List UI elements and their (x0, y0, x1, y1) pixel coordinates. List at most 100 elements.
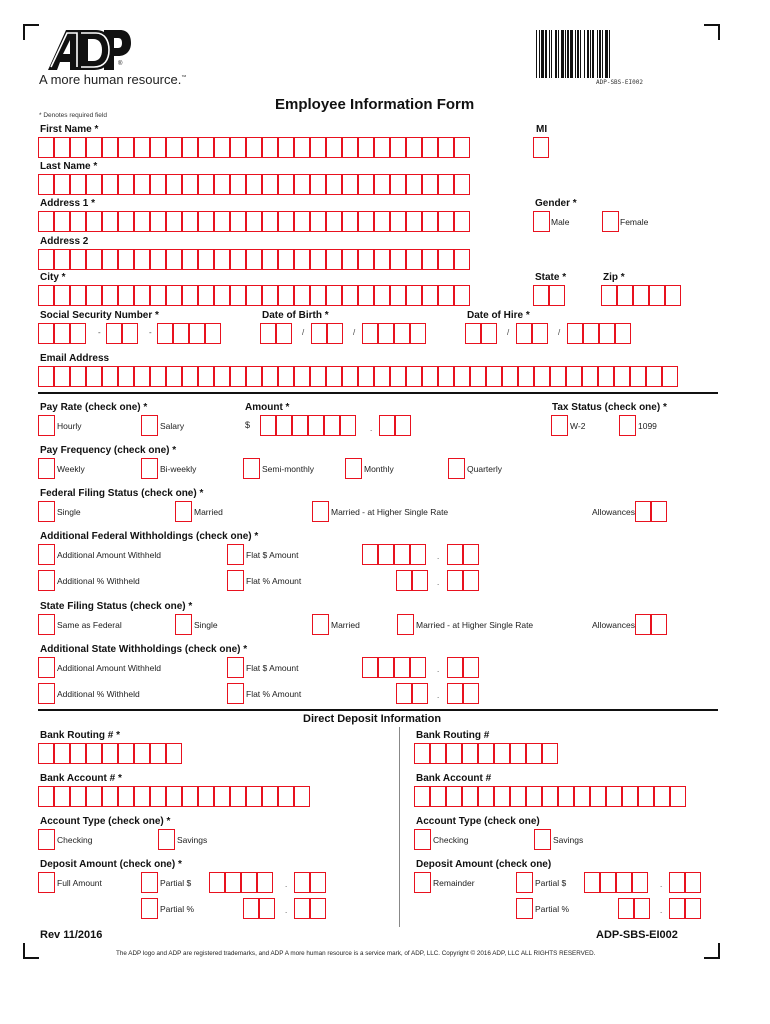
character-cell[interactable] (326, 137, 342, 158)
character-cell[interactable] (310, 211, 326, 232)
character-cell[interactable] (102, 211, 118, 232)
character-cell[interactable] (294, 285, 310, 306)
pay-rate-hourly-checkbox[interactable] (38, 415, 55, 436)
character-cell[interactable] (294, 174, 310, 195)
character-cell[interactable] (54, 211, 70, 232)
character-cell[interactable] (583, 323, 599, 344)
state-field[interactable] (533, 285, 566, 306)
character-cell[interactable] (533, 137, 549, 158)
character-cell[interactable] (182, 174, 198, 195)
character-cell[interactable] (362, 544, 378, 565)
character-cell[interactable] (310, 872, 326, 893)
character-cell[interactable] (598, 366, 614, 387)
character-cell[interactable] (214, 249, 230, 270)
character-cell[interactable] (601, 285, 617, 306)
doh-year-field[interactable] (567, 323, 632, 344)
character-cell[interactable] (412, 683, 428, 704)
fed-additional-percent-checkbox[interactable] (38, 570, 55, 591)
character-cell[interactable] (294, 366, 310, 387)
character-cell[interactable] (438, 249, 454, 270)
character-cell[interactable] (463, 683, 479, 704)
character-cell[interactable] (106, 323, 122, 344)
character-cell[interactable] (310, 366, 326, 387)
city-field[interactable] (38, 285, 471, 306)
character-cell[interactable] (390, 285, 406, 306)
character-cell[interactable] (422, 137, 438, 158)
fed-flat-percent-checkbox[interactable] (227, 570, 244, 591)
character-cell[interactable] (462, 786, 478, 807)
fed-additional-amount-checkbox[interactable] (38, 544, 55, 565)
character-cell[interactable] (414, 743, 430, 764)
character-cell[interactable] (550, 366, 566, 387)
deposit-partial-dollar-field-2[interactable] (584, 872, 649, 893)
character-cell[interactable] (182, 285, 198, 306)
character-cell[interactable] (246, 137, 262, 158)
state-married-higher-checkbox[interactable] (397, 614, 414, 635)
character-cell[interactable] (198, 137, 214, 158)
character-cell[interactable] (150, 786, 166, 807)
character-cell[interactable] (390, 174, 406, 195)
character-cell[interactable] (532, 323, 548, 344)
character-cell[interactable] (454, 174, 470, 195)
character-cell[interactable] (262, 174, 278, 195)
character-cell[interactable] (378, 323, 394, 344)
account-checking-checkbox-1[interactable] (38, 829, 55, 850)
character-cell[interactable] (616, 872, 632, 893)
character-cell[interactable] (454, 285, 470, 306)
character-cell[interactable] (395, 415, 411, 436)
deposit-partial-percent-checkbox-2[interactable] (516, 898, 533, 919)
character-cell[interactable] (38, 285, 54, 306)
character-cell[interactable] (182, 211, 198, 232)
character-cell[interactable] (134, 743, 150, 764)
character-cell[interactable] (157, 323, 173, 344)
character-cell[interactable] (310, 174, 326, 195)
character-cell[interactable] (478, 786, 494, 807)
character-cell[interactable] (86, 743, 102, 764)
character-cell[interactable] (630, 366, 646, 387)
character-cell[interactable] (230, 249, 246, 270)
deposit-full-checkbox-1[interactable] (38, 872, 55, 893)
character-cell[interactable] (134, 366, 150, 387)
character-cell[interactable] (374, 174, 390, 195)
character-cell[interactable] (70, 249, 86, 270)
character-cell[interactable] (362, 323, 378, 344)
character-cell[interactable] (406, 137, 422, 158)
character-cell[interactable] (70, 323, 86, 344)
character-cell[interactable] (410, 544, 426, 565)
character-cell[interactable] (651, 614, 667, 635)
character-cell[interactable] (38, 366, 54, 387)
character-cell[interactable] (118, 743, 134, 764)
frequency-quarterly-checkbox[interactable] (448, 458, 465, 479)
character-cell[interactable] (438, 174, 454, 195)
character-cell[interactable] (189, 323, 205, 344)
character-cell[interactable] (438, 285, 454, 306)
character-cell[interactable] (198, 174, 214, 195)
character-cell[interactable] (292, 415, 308, 436)
character-cell[interactable] (584, 872, 600, 893)
character-cell[interactable] (574, 786, 590, 807)
character-cell[interactable] (134, 174, 150, 195)
character-cell[interactable] (54, 174, 70, 195)
state-flat-dollar-cents-field[interactable] (447, 657, 480, 678)
character-cell[interactable] (622, 786, 638, 807)
character-cell[interactable] (278, 285, 294, 306)
deposit-remainder-checkbox-2[interactable] (414, 872, 431, 893)
character-cell[interactable] (406, 174, 422, 195)
character-cell[interactable] (278, 174, 294, 195)
last-name-field[interactable] (38, 174, 471, 195)
deposit-partial-percent-fraction-2[interactable] (669, 898, 702, 919)
character-cell[interactable] (327, 323, 343, 344)
character-cell[interactable] (533, 285, 549, 306)
doh-month-field[interactable] (465, 323, 498, 344)
character-cell[interactable] (182, 137, 198, 158)
character-cell[interactable] (230, 174, 246, 195)
character-cell[interactable] (310, 137, 326, 158)
character-cell[interactable] (294, 872, 310, 893)
character-cell[interactable] (230, 137, 246, 158)
character-cell[interactable] (276, 323, 292, 344)
ssn-field-area[interactable] (38, 323, 87, 344)
character-cell[interactable] (38, 743, 54, 764)
character-cell[interactable] (406, 249, 422, 270)
character-cell[interactable] (118, 137, 134, 158)
character-cell[interactable] (54, 285, 70, 306)
